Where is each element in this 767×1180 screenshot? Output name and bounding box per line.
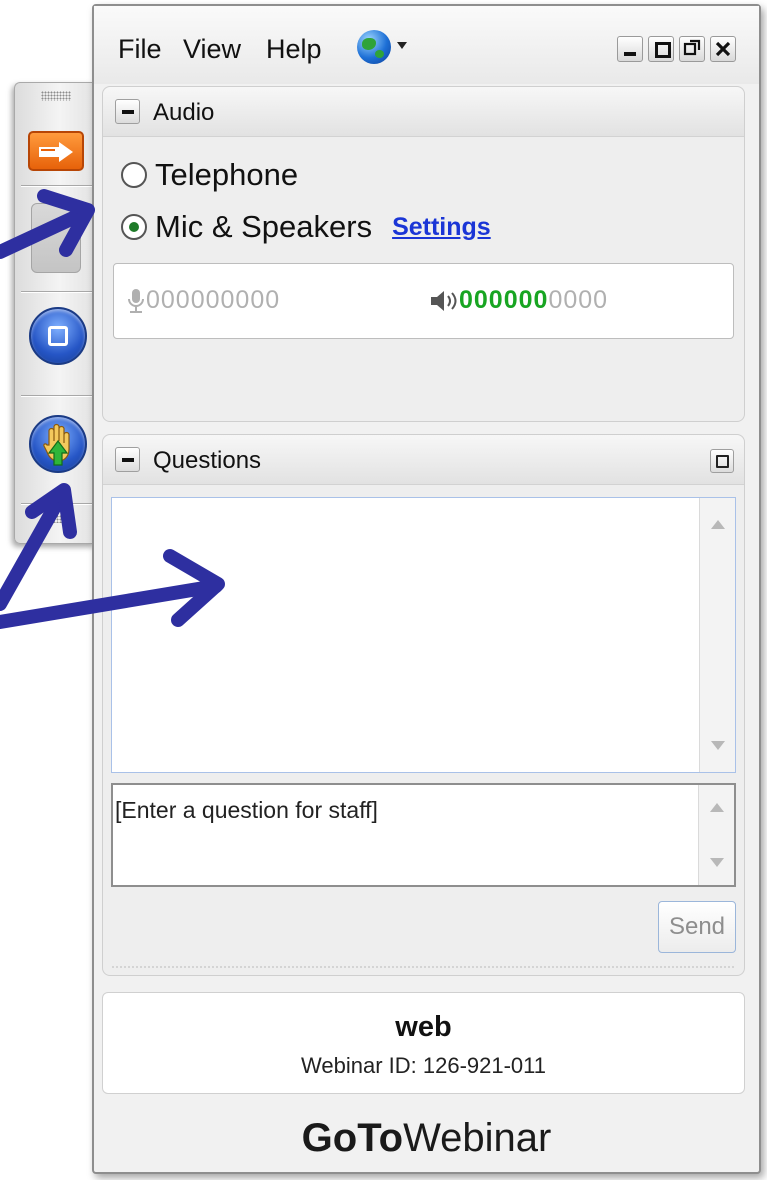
drag-grip-bottom[interactable] (41, 515, 71, 523)
window-icon (48, 326, 68, 346)
screen-view-button[interactable] (29, 307, 87, 365)
maximize-button[interactable] (648, 36, 674, 62)
telephone-radio[interactable] (121, 162, 147, 188)
audio-panel-title: Audio (153, 99, 215, 126)
audio-panel: Audio Telephone Mic & Speakers Settings … (102, 86, 745, 422)
mic-level-meter: 000000000 (126, 286, 280, 315)
raise-hand-button[interactable] (29, 415, 87, 473)
control-panel-strip (14, 82, 96, 544)
send-button[interactable]: Send (658, 901, 736, 953)
close-icon (715, 41, 731, 57)
mic-level-dots: 000000000 (146, 286, 281, 314)
webinar-name: web (395, 1011, 452, 1043)
question-input-box[interactable] (111, 783, 736, 887)
microphone-icon (128, 288, 144, 313)
questions-panel-title: Questions (153, 447, 262, 474)
mic-speakers-radio[interactable] (121, 214, 147, 240)
gotowebinar-window: File View Help Audio Telephone Mic & Spe… (92, 4, 761, 1174)
speaker-level-meter: 000000 0000 (429, 286, 608, 315)
questions-log[interactable] (111, 497, 736, 773)
speaker-level-inactive-dots: 0000 (548, 286, 609, 314)
menu-view[interactable]: View (183, 34, 241, 65)
question-input-scrollbar[interactable] (698, 785, 734, 885)
audio-toggle-button[interactable] (31, 203, 81, 273)
scroll-up-icon[interactable] (711, 520, 725, 529)
menu-bar: File View Help (94, 6, 759, 84)
webinar-id: Webinar ID: 126-921-011 (301, 1053, 546, 1078)
questions-panel: Questions Send (102, 434, 745, 976)
menu-file[interactable]: File (118, 34, 162, 65)
scroll-down-icon[interactable] (711, 741, 725, 750)
mic-speakers-label: Mic & Speakers (155, 209, 373, 244)
popout-icon (683, 39, 701, 56)
logo-webinar: Webinar (403, 1116, 552, 1160)
audio-panel-header: Audio (103, 87, 744, 137)
close-button[interactable] (710, 36, 736, 62)
minimize-button[interactable] (617, 36, 643, 62)
menu-help[interactable]: Help (266, 34, 322, 65)
questions-log-scrollbar[interactable] (699, 498, 735, 772)
scroll-up-icon[interactable] (710, 803, 724, 812)
telephone-option[interactable]: Telephone (121, 157, 298, 193)
drag-grip-top[interactable] (41, 91, 71, 101)
popout-button[interactable] (679, 36, 705, 62)
resize-divider[interactable] (111, 965, 736, 969)
speaker-icon (431, 290, 457, 311)
popout-questions-icon[interactable] (710, 449, 734, 473)
webinar-info: web Webinar ID: 126-921-011 (102, 992, 745, 1094)
raise-hand-icon (43, 423, 70, 466)
collapse-audio-button[interactable] (115, 99, 140, 124)
questions-panel-header: Questions (103, 435, 744, 485)
mic-speakers-option[interactable]: Mic & Speakers Settings (121, 209, 491, 245)
logo-goto: GoTo (301, 1116, 404, 1160)
audio-level-meters: 000000000 000000 0000 (113, 263, 734, 339)
audio-settings-link[interactable]: Settings (392, 213, 491, 242)
scroll-down-icon[interactable] (710, 858, 724, 867)
gotowebinar-logo: GoToWebinar (94, 1116, 759, 1161)
collapse-questions-button[interactable] (115, 447, 140, 472)
arrow-right-icon (39, 142, 73, 162)
speaker-level-active-dots: 000000 (459, 286, 549, 314)
chevron-down-icon[interactable] (397, 42, 407, 49)
globe-icon[interactable] (357, 30, 391, 64)
question-input[interactable] (113, 785, 698, 885)
show-hide-panel-button[interactable] (28, 131, 84, 171)
telephone-label: Telephone (155, 157, 299, 192)
